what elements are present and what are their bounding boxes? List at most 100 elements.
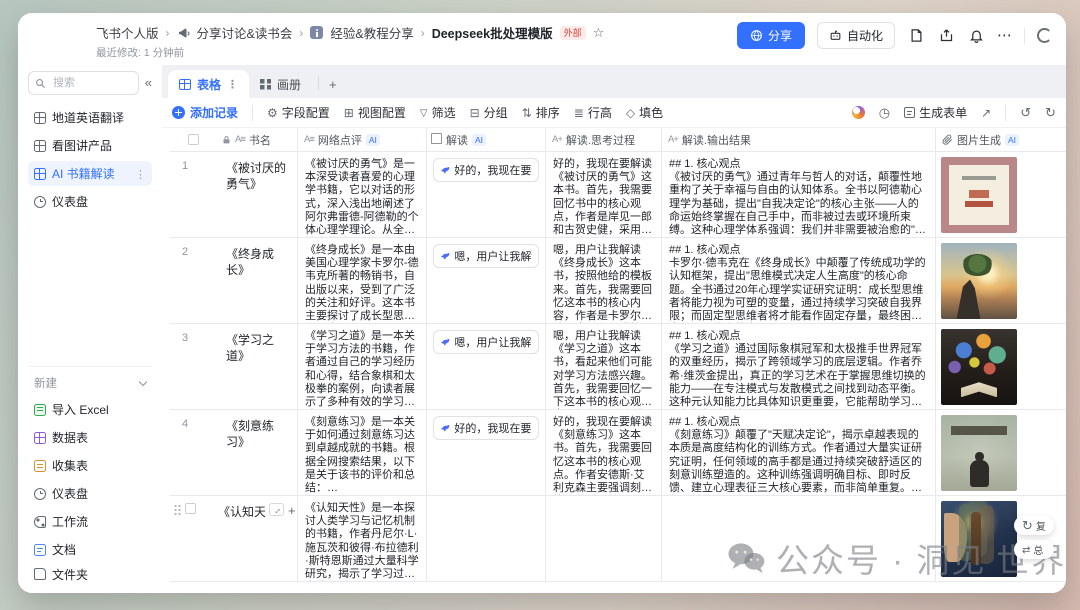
cell-review[interactable]: 《刻意练习》是一本关于如何通过刻意练习达到卓越成就的书籍。根据全网搜索结果，以下… bbox=[298, 410, 427, 495]
cell-jiedu[interactable]: 好的，我现在要解... bbox=[427, 410, 546, 495]
search-input[interactable] bbox=[51, 76, 111, 90]
more-icon[interactable] bbox=[997, 26, 1012, 45]
cell-output[interactable]: ## 1. 核心观点 《学习之道》通过国际象棋冠军和太极推手世界冠军的双重经历，… bbox=[662, 324, 936, 409]
generated-image[interactable] bbox=[941, 243, 1017, 319]
cell-title[interactable]: 《学习之道》 bbox=[216, 324, 298, 409]
cell-review[interactable]: 《认知天性》是一本探讨人类学习与记忆机制的书籍，作者丹尼尔·L·施瓦茨和彼得·布… bbox=[298, 496, 427, 581]
column-header-output[interactable]: A+ 解读.输出结果 bbox=[662, 128, 936, 151]
new-item-doc[interactable]: 文档 bbox=[28, 537, 152, 562]
cell-thinking[interactable]: 好的，我现在要解读《刻意练习》这本书。首先，我需要回忆这本书的核心观点。作者安德… bbox=[546, 410, 662, 495]
cell-output[interactable]: ## 1. 核心观点 卡罗尔·德韦克在《终身成长》中颠覆了传统成功学的认知框架，… bbox=[662, 238, 936, 323]
filter-button[interactable]: 筛选 bbox=[420, 104, 456, 121]
open-external-icon[interactable] bbox=[937, 27, 955, 45]
sidebar-item-product[interactable]: 看图讲产品 bbox=[28, 133, 152, 158]
chevron-down-icon[interactable] bbox=[139, 377, 147, 385]
quick-action-summarize[interactable]: 总 bbox=[1014, 540, 1054, 559]
cell-title[interactable]: 《认知天性》 bbox=[216, 496, 298, 581]
cell-image[interactable] bbox=[936, 238, 1056, 323]
sidebar-item-translate[interactable]: 地道英语翻译 bbox=[28, 105, 152, 130]
generated-image[interactable] bbox=[941, 501, 1017, 577]
more-icon[interactable] bbox=[135, 167, 146, 181]
collapse-sidebar-icon[interactable] bbox=[145, 74, 152, 92]
row-selector[interactable]: 4 bbox=[170, 410, 216, 495]
ai-result-chip[interactable]: 好的，我现在要解... bbox=[433, 416, 539, 440]
quick-action-copy[interactable]: 复 bbox=[1014, 516, 1054, 535]
fill-color-button[interactable]: 填色 bbox=[626, 104, 663, 121]
cell-thinking[interactable]: 嗯，用户让我解读《终身成长》这本书，按照他给的模板来。首先，我需要回忆这本书的核… bbox=[546, 238, 662, 323]
new-item-dashboard[interactable]: 仪表盘 bbox=[28, 481, 152, 506]
expand-record-button[interactable] bbox=[269, 503, 284, 516]
column-header-thinking[interactable]: A+ 解读.思考过程 bbox=[546, 128, 662, 151]
cell-title[interactable]: 《被讨厌的勇气》 bbox=[216, 152, 298, 237]
sort-button[interactable]: 排序 bbox=[522, 104, 560, 121]
search-box[interactable] bbox=[28, 71, 139, 95]
row-selector[interactable] bbox=[170, 496, 216, 581]
cell-output[interactable]: ## 1. 核心观点 《被讨厌的勇气》通过青年与哲人的对话，颠覆性地重构了关于幸… bbox=[662, 152, 936, 237]
share-view-icon[interactable] bbox=[981, 107, 991, 119]
cell-image[interactable] bbox=[936, 152, 1056, 237]
avatar-ring-icon[interactable] bbox=[1037, 28, 1052, 43]
group-button[interactable]: 分组 bbox=[470, 104, 508, 121]
docs-icon[interactable] bbox=[907, 27, 925, 45]
cell-review[interactable]: 《终身成长》是一本由美国心理学家卡罗尔-德韦克所著的畅销书，自出版以来，受到了广… bbox=[298, 238, 427, 323]
new-item-import-excel[interactable]: 导入 Excel bbox=[28, 397, 152, 422]
cell-thinking[interactable] bbox=[546, 496, 662, 581]
sidebar-item-ai-books[interactable]: AI 书籍解读 bbox=[28, 161, 152, 186]
generated-image[interactable] bbox=[941, 329, 1017, 405]
cell-review[interactable]: 《被讨厌的勇气》是一本深受读者喜爱的心理学书籍，它以对话的形式，深入浅出地阐述了… bbox=[298, 152, 427, 237]
generated-image[interactable] bbox=[941, 415, 1017, 491]
new-item-form[interactable]: 收集表 bbox=[28, 453, 152, 478]
cell-jiedu[interactable]: 嗯，用户让我解读... bbox=[427, 324, 546, 409]
cell-image[interactable] bbox=[936, 324, 1056, 409]
tab-gallery-view[interactable]: 画册 bbox=[249, 70, 312, 98]
add-record-button[interactable]: 添加记录 bbox=[172, 104, 238, 121]
select-all-checkbox[interactable] bbox=[188, 134, 199, 145]
column-header-title[interactable]: A≡ 书名 bbox=[216, 128, 298, 151]
undo-icon[interactable] bbox=[1020, 106, 1031, 119]
new-item-datatable[interactable]: 数据表 bbox=[28, 425, 152, 450]
column-header-jiedu[interactable]: 解读 AI bbox=[427, 128, 546, 151]
ai-result-chip[interactable]: 嗯，用户让我解读... bbox=[433, 244, 539, 268]
redo-icon[interactable] bbox=[1045, 106, 1056, 119]
drag-handle-icon[interactable] bbox=[174, 504, 181, 516]
breadcrumb-home[interactable]: 飞书个人版 bbox=[96, 23, 159, 42]
generated-image[interactable] bbox=[941, 157, 1017, 233]
cell-output[interactable]: ## 1. 核心观点 《刻意练习》颠覆了"天赋决定论"，揭示卓越表现的本质是高度… bbox=[662, 410, 936, 495]
breadcrumb-folder[interactable]: 经验&教程分享 bbox=[330, 23, 413, 42]
sidebar-item-dashboard[interactable]: 仪表盘 bbox=[28, 189, 152, 214]
star-icon[interactable] bbox=[593, 25, 605, 41]
cell-title[interactable]: 《刻意练习》 bbox=[216, 410, 298, 495]
view-config-button[interactable]: 视图配置 bbox=[344, 104, 406, 121]
cell-jiedu[interactable]: 嗯，用户让我解读... bbox=[427, 238, 546, 323]
notification-bell-icon[interactable] bbox=[967, 27, 985, 45]
cell-jiedu[interactable]: 好的，我现在要解... bbox=[427, 152, 546, 237]
more-icon[interactable] bbox=[227, 77, 238, 91]
automation-button[interactable]: 自动化 bbox=[817, 22, 895, 49]
field-config-button[interactable]: 字段配置 bbox=[267, 104, 330, 121]
ai-result-chip[interactable]: 好的，我现在要解... bbox=[433, 158, 539, 182]
column-header-image[interactable]: 图片生成 AI bbox=[936, 128, 1056, 151]
document-title[interactable]: Deepseek批处理模版 bbox=[432, 23, 553, 42]
ai-result-chip[interactable]: 嗯，用户让我解读... bbox=[433, 330, 539, 354]
cell-title[interactable]: 《终身成长》 bbox=[216, 238, 298, 323]
row-selector[interactable]: 1 bbox=[170, 152, 216, 237]
tab-grid-view[interactable]: 表格 bbox=[168, 70, 249, 98]
row-height-button[interactable]: 行高 bbox=[574, 104, 612, 121]
column-header-review[interactable]: A≡ 网络点评 AI bbox=[298, 128, 427, 151]
new-item-workflow[interactable]: 工作流 bbox=[28, 509, 152, 534]
row-selector[interactable]: 3 bbox=[170, 324, 216, 409]
cell-thinking[interactable]: 好的，我现在要解读《被讨厌的勇气》这本书。首先，我需要回忆书中的核心观点，作者是… bbox=[546, 152, 662, 237]
cell-output[interactable] bbox=[662, 496, 936, 581]
new-item-folder[interactable]: 文件夹 bbox=[28, 565, 152, 583]
plus-icon[interactable] bbox=[288, 503, 296, 518]
cell-image[interactable] bbox=[936, 410, 1056, 495]
add-view-button[interactable] bbox=[329, 76, 337, 92]
row-selector[interactable]: 2 bbox=[170, 238, 216, 323]
row-checkbox[interactable] bbox=[185, 503, 196, 514]
share-button[interactable]: 分享 bbox=[737, 22, 805, 49]
cell-jiedu[interactable] bbox=[427, 496, 546, 581]
breadcrumb-space[interactable]: 分享讨论&读书会 bbox=[197, 23, 293, 42]
history-icon[interactable] bbox=[879, 106, 890, 119]
cell-review[interactable]: 《学习之道》是一本关于学习方法的书籍，作者通过自己的学习经历和心得，结合象棋和太… bbox=[298, 324, 427, 409]
generate-form-button[interactable]: 生成表单 bbox=[904, 104, 967, 121]
